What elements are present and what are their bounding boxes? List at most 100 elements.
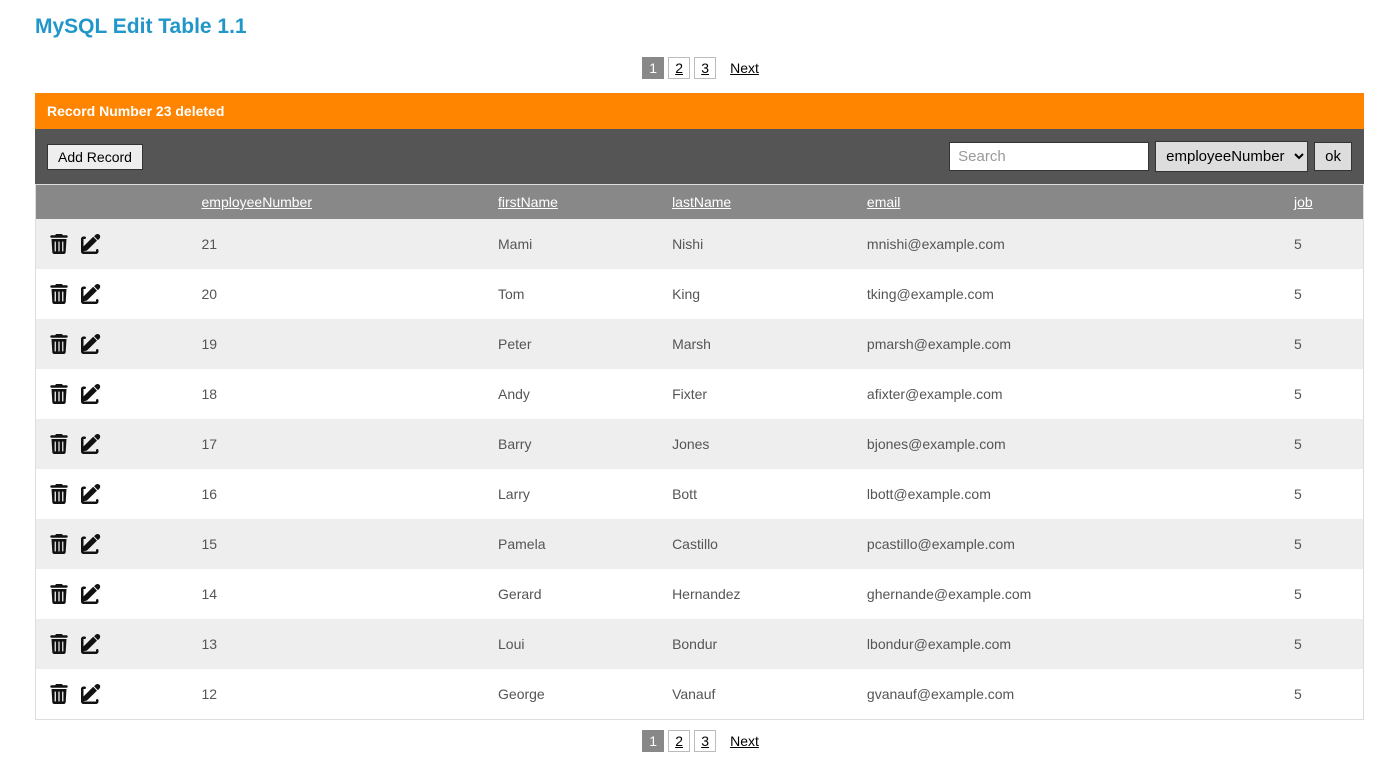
row-actions <box>42 283 190 305</box>
delete-icon[interactable] <box>48 583 70 605</box>
cell-job: 5 <box>1288 669 1364 720</box>
cell-employeeNumber: 17 <box>196 419 493 469</box>
edit-icon[interactable] <box>80 583 102 605</box>
edit-icon[interactable] <box>80 283 102 305</box>
row-actions <box>42 483 190 505</box>
edit-icon[interactable] <box>80 433 102 455</box>
delete-icon[interactable] <box>48 383 70 405</box>
cell-email: tking@example.com <box>861 269 1288 319</box>
col-header-employeeNumber[interactable]: employeeNumber <box>196 185 493 220</box>
cell-job: 5 <box>1288 419 1364 469</box>
cell-job: 5 <box>1288 369 1364 419</box>
col-header-job[interactable]: job <box>1288 185 1364 220</box>
search-ok-button[interactable]: ok <box>1314 142 1352 171</box>
row-actions <box>42 433 190 455</box>
page-button-3[interactable]: 3 <box>694 730 716 752</box>
cell-lastName: Hernandez <box>666 569 861 619</box>
toolbar: Add Record employeeNumber ok <box>35 129 1364 184</box>
cell-job: 5 <box>1288 219 1364 269</box>
table-row: 17BarryJonesbjones@example.com5 <box>36 419 1364 469</box>
cell-lastName: Bondur <box>666 619 861 669</box>
search-input[interactable] <box>949 142 1149 171</box>
edit-icon[interactable] <box>80 333 102 355</box>
row-actions <box>42 233 190 255</box>
cell-lastName: Nishi <box>666 219 861 269</box>
next-page-link[interactable]: Next <box>730 733 759 749</box>
cell-employeeNumber: 12 <box>196 669 493 720</box>
cell-employeeNumber: 21 <box>196 219 493 269</box>
cell-firstName: Andy <box>492 369 666 419</box>
cell-employeeNumber: 16 <box>196 469 493 519</box>
cell-email: gvanauf@example.com <box>861 669 1288 720</box>
row-actions <box>42 633 190 655</box>
table-row: 12GeorgeVanaufgvanauf@example.com5 <box>36 669 1364 720</box>
search-group: employeeNumber ok <box>949 141 1352 172</box>
row-actions <box>42 383 190 405</box>
cell-job: 5 <box>1288 619 1364 669</box>
edit-icon[interactable] <box>80 633 102 655</box>
cell-lastName: King <box>666 269 861 319</box>
cell-lastName: Fixter <box>666 369 861 419</box>
cell-job: 5 <box>1288 519 1364 569</box>
col-header-firstName[interactable]: firstName <box>492 185 666 220</box>
cell-firstName: Peter <box>492 319 666 369</box>
table-row: 20TomKingtking@example.com5 <box>36 269 1364 319</box>
page-button-3[interactable]: 3 <box>694 57 716 79</box>
cell-employeeNumber: 15 <box>196 519 493 569</box>
page-button-2[interactable]: 2 <box>668 57 690 79</box>
cell-email: lbondur@example.com <box>861 619 1288 669</box>
cell-job: 5 <box>1288 319 1364 369</box>
next-page-link[interactable]: Next <box>730 60 759 76</box>
table-row: 19PeterMarshpmarsh@example.com5 <box>36 319 1364 369</box>
edit-icon[interactable] <box>80 233 102 255</box>
cell-job: 5 <box>1288 569 1364 619</box>
column-select[interactable]: employeeNumber <box>1155 141 1308 172</box>
edit-icon[interactable] <box>80 533 102 555</box>
edit-icon[interactable] <box>80 383 102 405</box>
delete-icon[interactable] <box>48 533 70 555</box>
cell-firstName: Mami <box>492 219 666 269</box>
delete-icon[interactable] <box>48 233 70 255</box>
delete-icon[interactable] <box>48 633 70 655</box>
page-title: MySQL Edit Table 1.1 <box>35 15 1364 39</box>
table-row: 15PamelaCastillopcastillo@example.com5 <box>36 519 1364 569</box>
cell-email: afixter@example.com <box>861 369 1288 419</box>
delete-icon[interactable] <box>48 483 70 505</box>
pagination-bottom: 123 Next <box>35 730 1364 752</box>
cell-lastName: Marsh <box>666 319 861 369</box>
col-header-email[interactable]: email <box>861 185 1288 220</box>
cell-employeeNumber: 19 <box>196 319 493 369</box>
delete-icon[interactable] <box>48 283 70 305</box>
col-header-lastName[interactable]: lastName <box>666 185 861 220</box>
page-button-2[interactable]: 2 <box>668 730 690 752</box>
table-row: 16LarryBottlbott@example.com5 <box>36 469 1364 519</box>
cell-email: pmarsh@example.com <box>861 319 1288 369</box>
cell-email: mnishi@example.com <box>861 219 1288 269</box>
delete-icon[interactable] <box>48 333 70 355</box>
cell-email: lbott@example.com <box>861 469 1288 519</box>
cell-firstName: Tom <box>492 269 666 319</box>
delete-icon[interactable] <box>48 683 70 705</box>
cell-lastName: Bott <box>666 469 861 519</box>
edit-icon[interactable] <box>80 683 102 705</box>
cell-firstName: Larry <box>492 469 666 519</box>
table-row: 13LouiBondurlbondur@example.com5 <box>36 619 1364 669</box>
cell-firstName: George <box>492 669 666 720</box>
cell-email: bjones@example.com <box>861 419 1288 469</box>
cell-lastName: Vanauf <box>666 669 861 720</box>
page-button-1: 1 <box>642 730 664 752</box>
cell-firstName: Barry <box>492 419 666 469</box>
data-table: employeeNumber firstName lastName email … <box>35 184 1364 720</box>
cell-lastName: Castillo <box>666 519 861 569</box>
row-actions <box>42 583 190 605</box>
edit-icon[interactable] <box>80 483 102 505</box>
notice-bar: Record Number 23 deleted <box>35 93 1364 129</box>
cell-employeeNumber: 13 <box>196 619 493 669</box>
delete-icon[interactable] <box>48 433 70 455</box>
page-button-1: 1 <box>642 57 664 79</box>
row-actions <box>42 333 190 355</box>
cell-firstName: Loui <box>492 619 666 669</box>
add-record-button[interactable]: Add Record <box>47 144 143 170</box>
table-row: 14GerardHernandezghernande@example.com5 <box>36 569 1364 619</box>
cell-job: 5 <box>1288 269 1364 319</box>
